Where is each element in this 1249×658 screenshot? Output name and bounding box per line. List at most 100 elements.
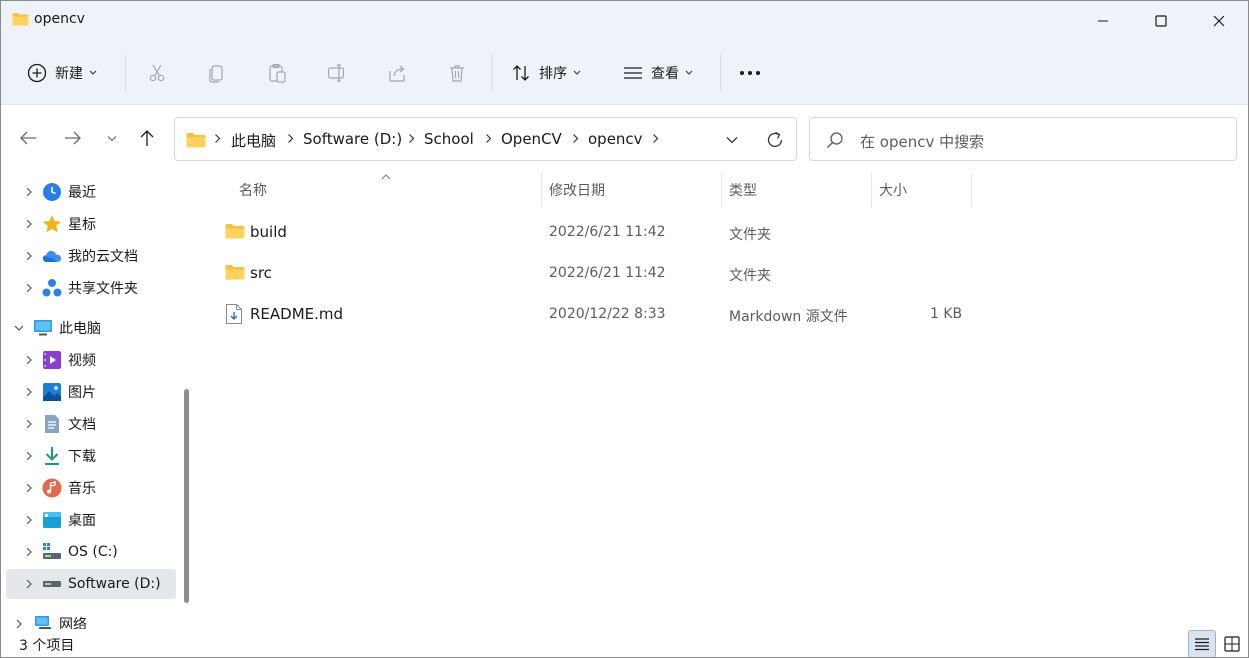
- file-row-build[interactable]: build 2022/6/21 11:42 文件夹: [197, 213, 977, 251]
- nav-item-label: 下载: [68, 449, 96, 465]
- chevron-right-icon: [16, 619, 22, 629]
- chevron-right-icon: [26, 515, 32, 525]
- new-button[interactable]: 新建: [27, 41, 97, 105]
- desktop-icon: [43, 512, 61, 528]
- file-date: 2022/6/21 11:42: [549, 265, 666, 281]
- nav-item-music[interactable]: 音乐: [1, 473, 177, 503]
- more-button[interactable]: [739, 41, 761, 105]
- up-button[interactable]: [131, 122, 163, 154]
- copy-button[interactable]: [207, 41, 227, 105]
- refresh-button[interactable]: [763, 128, 787, 152]
- chevron-right-icon: [26, 251, 32, 261]
- nav-item-cloud-docs[interactable]: 我的云文档: [1, 241, 177, 271]
- delete-button[interactable]: [447, 41, 467, 105]
- chevron-right-icon: [26, 451, 32, 461]
- download-icon: [45, 447, 59, 465]
- nav-item-drive-c[interactable]: OS (C:): [1, 537, 177, 567]
- column-header-label: 名称: [239, 183, 267, 199]
- recent-locations-button[interactable]: [96, 122, 128, 154]
- breadcrumb-item[interactable]: opencv: [588, 130, 643, 148]
- column-divider[interactable]: [721, 173, 722, 207]
- file-date: 2020/12/22 8:33: [549, 306, 666, 322]
- view-lines-icon: [624, 67, 642, 79]
- nav-item-recent[interactable]: 最近: [1, 177, 177, 207]
- column-header-type[interactable]: 类型: [729, 173, 757, 207]
- thumbnail-view-button[interactable]: [1218, 630, 1246, 657]
- nav-item-documents[interactable]: 文档: [1, 409, 177, 439]
- chevron-down-icon: [726, 137, 738, 144]
- sort-label: 排序: [539, 66, 567, 82]
- chevron-down-icon: [89, 70, 97, 75]
- back-button[interactable]: [12, 122, 44, 154]
- breadcrumb-item[interactable]: School: [424, 130, 474, 148]
- nav-item-starred[interactable]: 星标: [1, 209, 177, 239]
- file-row-src[interactable]: src 2022/6/21 11:42 文件夹: [197, 254, 977, 292]
- arrow-up-icon: [140, 130, 154, 146]
- cut-button[interactable]: [147, 41, 167, 105]
- address-history-dropdown[interactable]: [720, 130, 744, 150]
- folder-icon: [12, 13, 29, 26]
- nav-item-drive-d[interactable]: Software (D:): [6, 569, 176, 599]
- nav-item-videos[interactable]: 视频: [1, 345, 177, 375]
- view-button[interactable]: 查看: [623, 41, 693, 105]
- address-bar[interactable]: 此电脑 Software (D:) School OpenCV opencv: [174, 117, 797, 161]
- sort-ascending-icon: [381, 174, 391, 180]
- nav-item-this-pc[interactable]: 此电脑: [1, 313, 177, 343]
- column-header-date[interactable]: 修改日期: [549, 173, 605, 207]
- details-view-button[interactable]: [1188, 630, 1216, 657]
- plus-circle-icon: [27, 63, 47, 83]
- refresh-icon: [767, 131, 783, 148]
- sort-icon: [513, 65, 529, 81]
- chevron-right-icon: [26, 283, 32, 293]
- nav-item-pictures[interactable]: 图片: [1, 377, 177, 407]
- toolbar-divider: [720, 54, 721, 92]
- column-divider[interactable]: [871, 173, 872, 207]
- breadcrumb-item[interactable]: OpenCV: [501, 130, 562, 148]
- file-type: Markdown 源文件: [729, 309, 848, 325]
- file-row-readme[interactable]: README.md 2020/12/22 8:33 Markdown 源文件 1…: [197, 295, 977, 333]
- file-size: 1 KB: [930, 306, 963, 322]
- breadcrumb-item[interactable]: 此电脑: [231, 130, 276, 151]
- music-icon: [42, 478, 62, 498]
- nav-item-network[interactable]: 网络: [1, 609, 177, 629]
- close-button[interactable]: [1190, 1, 1248, 41]
- nav-scrollbar-thumb[interactable]: [184, 389, 189, 603]
- forward-button[interactable]: [57, 122, 89, 154]
- nav-item-downloads[interactable]: 下载: [1, 441, 177, 471]
- copy-icon: [209, 65, 223, 83]
- nav-item-shared-folder[interactable]: 共享文件夹: [1, 273, 177, 303]
- star-icon: [43, 215, 61, 233]
- column-divider[interactable]: [971, 173, 972, 207]
- toolbar-divider: [125, 54, 126, 92]
- column-divider[interactable]: [541, 173, 542, 207]
- arrow-left-icon: [20, 131, 36, 145]
- title-bar: opencv: [1, 1, 1248, 41]
- column-header-name[interactable]: 名称: [239, 173, 267, 207]
- maximize-button[interactable]: [1132, 1, 1190, 41]
- chevron-right-icon: [26, 579, 32, 589]
- chevron-down-icon: [573, 70, 581, 75]
- item-count: 3 个项目: [19, 638, 75, 654]
- nav-item-label: Software (D:): [68, 576, 161, 592]
- column-header-size[interactable]: 大小: [879, 173, 907, 207]
- arrow-right-icon: [65, 131, 81, 145]
- minimize-button[interactable]: [1074, 1, 1132, 41]
- chevron-right-icon: [26, 355, 32, 365]
- nav-item-label: OS (C:): [68, 544, 118, 560]
- window-title: opencv: [34, 11, 85, 27]
- search-input[interactable]: 在 opencv 中搜索: [809, 117, 1237, 161]
- video-icon: [43, 351, 61, 369]
- rename-button[interactable]: [327, 41, 347, 105]
- nav-item-label: 此电脑: [59, 321, 101, 337]
- nav-item-desktop[interactable]: 桌面: [1, 505, 177, 535]
- share-button[interactable]: [387, 41, 407, 105]
- paste-button[interactable]: [267, 41, 287, 105]
- chevron-right-icon: [573, 134, 579, 143]
- network-icon: [35, 616, 51, 629]
- toolbar-divider: [491, 54, 492, 92]
- search-icon: [827, 132, 843, 148]
- sort-button[interactable]: 排序: [511, 41, 581, 105]
- chevron-right-icon: [26, 483, 32, 493]
- markdown-file-icon: [226, 304, 242, 324]
- breadcrumb-item[interactable]: Software (D:): [303, 130, 402, 148]
